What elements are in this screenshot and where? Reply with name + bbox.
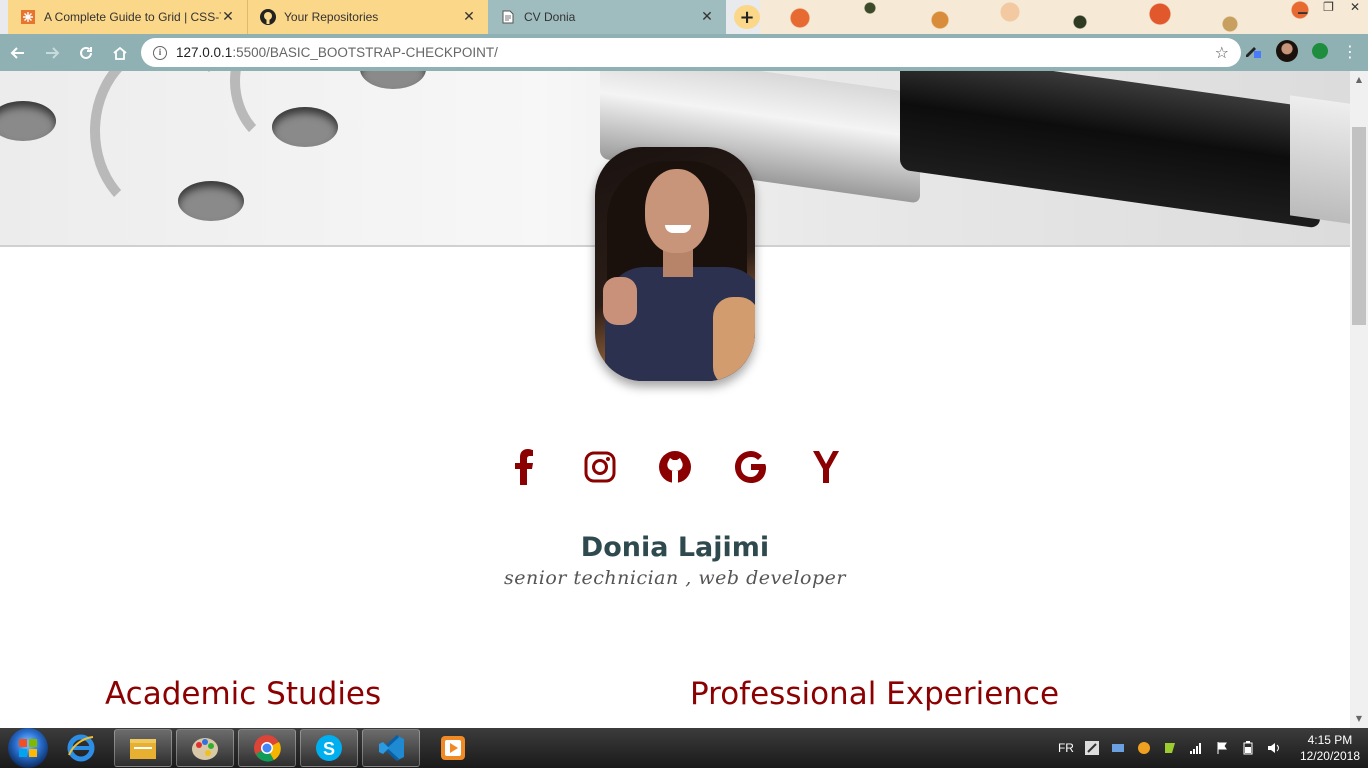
github-icon[interactable] xyxy=(651,443,699,491)
google-icon[interactable] xyxy=(727,443,775,491)
page-scrollbar[interactable]: ▲ ▼ xyxy=(1350,71,1368,728)
scroll-up-icon[interactable]: ▲ xyxy=(1354,75,1364,85)
internet-explorer-icon[interactable] xyxy=(52,729,110,767)
tray-app-icon[interactable] xyxy=(1084,740,1100,756)
bookmark-star-icon[interactable]: ☆ xyxy=(1215,43,1229,62)
svg-text:S: S xyxy=(323,739,335,759)
profile-photo xyxy=(595,147,755,381)
pen-body xyxy=(900,71,1320,229)
tray-green-app-icon[interactable] xyxy=(1162,740,1178,756)
file-explorer-icon[interactable] xyxy=(114,729,172,767)
url-path: :5500/BASIC_BOOTSTRAP-CHECKPOINT/ xyxy=(232,45,498,60)
tab-repositories[interactable]: Your Repositories ✕ xyxy=(248,0,488,34)
system-tray: FR 4:15 PM 12/20/2018 xyxy=(1058,728,1360,768)
media-player-icon[interactable] xyxy=(424,729,482,767)
section-title-academic: Academic Studies xyxy=(105,676,382,712)
info-icon[interactable]: i xyxy=(153,45,167,60)
chrome-icon[interactable] xyxy=(238,729,296,767)
reload-icon[interactable] xyxy=(70,37,102,69)
tab-css-tricks[interactable]: A Complete Guide to Grid | CSS-T ✕ xyxy=(8,0,248,34)
volume-icon[interactable] xyxy=(1266,740,1282,756)
css-tricks-icon xyxy=(20,9,36,25)
profile-role: senior technician , web developer xyxy=(504,567,846,589)
restore-icon[interactable]: ❐ xyxy=(1323,0,1334,14)
paint-icon[interactable] xyxy=(176,729,234,767)
close-icon[interactable]: ✕ xyxy=(700,10,714,24)
home-icon[interactable] xyxy=(104,37,136,69)
signal-bars-icon[interactable] xyxy=(1188,740,1204,756)
back-icon[interactable] xyxy=(2,37,34,69)
clock-time: 4:15 PM xyxy=(1307,733,1353,747)
address-bar[interactable]: i 127.0.0.1:5500/BASIC_BOOTSTRAP-CHECKPO… xyxy=(141,38,1241,67)
document-icon xyxy=(500,9,516,25)
battery-icon[interactable] xyxy=(1240,740,1256,756)
extensions-area: ⋮ xyxy=(1242,39,1358,63)
eyedropper-extension-icon[interactable] xyxy=(1242,39,1262,63)
instagram-icon[interactable] xyxy=(576,443,624,491)
update-icon[interactable] xyxy=(1312,43,1328,59)
action-center-flag-icon[interactable] xyxy=(1214,740,1230,756)
browser-toolbar: i 127.0.0.1:5500/BASIC_BOOTSTRAP-CHECKPO… xyxy=(0,34,1368,71)
tab-title: Your Repositories xyxy=(284,10,379,24)
tab-cv-donia[interactable]: CV Donia ✕ xyxy=(488,0,726,34)
notebook-hole xyxy=(178,181,244,221)
scroll-down-icon[interactable]: ▼ xyxy=(1354,714,1364,724)
window-controls: ▁ ❐ ✕ xyxy=(1298,0,1360,14)
tab-title: A Complete Guide to Grid | CSS-T xyxy=(44,10,221,24)
windows-taskbar: S FR 4:15 PM 12/20/2018 xyxy=(0,728,1368,768)
notebook-hole xyxy=(272,107,338,147)
tab-strip: A Complete Guide to Grid | CSS-T ✕ Your … xyxy=(0,0,1368,34)
language-indicator[interactable]: FR xyxy=(1058,741,1074,755)
close-icon[interactable]: ✕ xyxy=(221,10,235,24)
url-host: 127.0.0.1 xyxy=(176,45,233,60)
tray-network-share-icon[interactable] xyxy=(1110,740,1126,756)
clock[interactable]: 4:15 PM 12/20/2018 xyxy=(1292,732,1360,764)
start-button[interactable] xyxy=(8,728,48,768)
browser-theme-decoration xyxy=(760,0,1368,34)
close-icon[interactable]: ✕ xyxy=(462,10,476,24)
windows-logo-icon xyxy=(19,739,37,757)
social-links xyxy=(500,443,850,491)
url-text[interactable]: 127.0.0.1:5500/BASIC_BOOTSTRAP-CHECKPOIN… xyxy=(176,45,1215,60)
tray-orange-app-icon[interactable] xyxy=(1136,740,1152,756)
tab-title: CV Donia xyxy=(524,10,576,24)
forward-icon[interactable] xyxy=(36,37,68,69)
minimize-icon[interactable]: ▁ xyxy=(1298,0,1307,14)
section-title-professional: Professional Experience xyxy=(690,676,1060,712)
vscode-icon[interactable] xyxy=(362,729,420,767)
profile-avatar-icon[interactable] xyxy=(1276,40,1298,62)
menu-icon[interactable]: ⋮ xyxy=(1342,42,1358,61)
new-tab-button[interactable]: + xyxy=(734,5,760,29)
scroll-thumb[interactable] xyxy=(1352,127,1366,325)
yahoo-icon[interactable] xyxy=(802,443,850,491)
github-icon xyxy=(260,9,276,25)
close-window-icon[interactable]: ✕ xyxy=(1350,0,1360,14)
pen-cap xyxy=(1290,95,1350,227)
facebook-icon[interactable] xyxy=(500,443,548,491)
notebook-hole xyxy=(360,71,426,89)
profile-name: Donia Lajimi xyxy=(580,532,770,563)
skype-icon[interactable]: S xyxy=(300,729,358,767)
page-content: Donia Lajimi senior technician , web dev… xyxy=(0,71,1350,728)
clock-date: 12/20/2018 xyxy=(1299,749,1360,763)
